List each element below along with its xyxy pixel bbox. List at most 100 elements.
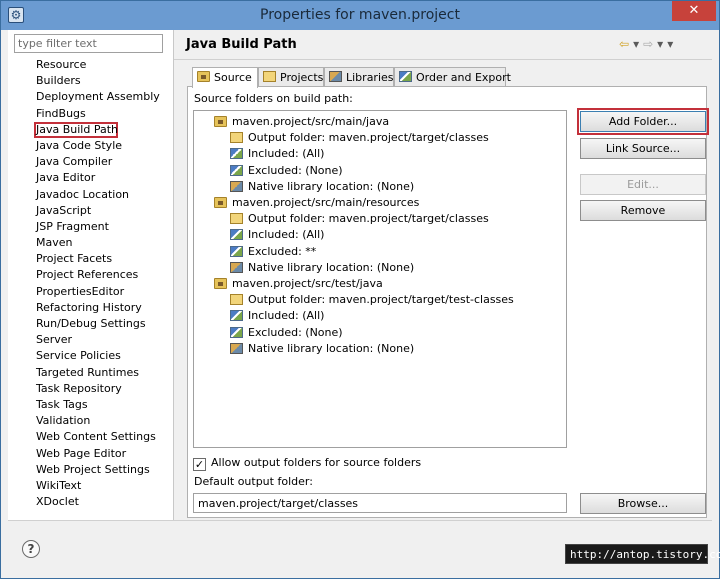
forward-menu-icon[interactable]: ▾ [657,37,663,51]
category-item[interactable]: XDoclet [35,494,170,510]
page-content: Java Build Path ⇦ ▾ ⇨ ▾ ▾ Source Projects Li… [174,30,712,520]
view-menu-icon[interactable]: ▾ [667,37,673,51]
back-menu-icon[interactable]: ▾ [633,37,639,51]
category-item-selected[interactable]: Java Build Path [34,121,118,138]
header-separator [174,59,712,60]
forward-arrow-icon[interactable]: ⇨ [643,37,653,51]
native-library-icon [230,342,243,354]
link-source-button[interactable]: Link Source... [580,138,706,159]
category-item[interactable]: Web Content Settings [35,429,170,445]
category-item[interactable]: JavaScript [35,203,170,219]
category-item[interactable]: Project Facets [35,251,170,267]
source-folders-tree[interactable]: maven.project/src/main/java Output folder… [193,110,567,448]
category-item[interactable]: FindBugs [35,106,170,122]
node-label: Output folder: maven.project/target/clas… [248,212,489,226]
libraries-icon [329,71,342,82]
window-title: Properties for maven.project [260,7,460,23]
native-library-node[interactable]: Native library location: (None) [230,341,414,357]
excluded-node[interactable]: Excluded: (None) [230,163,343,179]
category-item[interactable]: Targeted Runtimes [35,365,170,381]
output-folder-node[interactable]: Output folder: maven.project/target/clas… [230,130,489,146]
category-item[interactable]: Web Page Editor [35,446,170,462]
category-item[interactable]: Java Compiler [35,154,170,170]
projects-icon [263,71,276,82]
close-button[interactable]: ✕ [672,1,716,21]
category-item[interactable]: Task Repository [35,381,170,397]
node-label: maven.project/src/main/resources [232,196,420,209]
category-item[interactable]: Refactoring History [35,300,170,316]
tab-label: Projects [280,71,324,84]
category-item[interactable]: Resource [35,57,170,73]
allow-output-folders-label: Allow output folders for source folders [211,456,422,469]
page-navigation: ⇦ ▾ ⇨ ▾ ▾ [619,37,709,53]
tab-libraries[interactable]: Libraries [324,67,394,87]
title-bar[interactable]: ⚙ Properties for maven.project ✕ [1,1,719,30]
edit-button[interactable]: Edit... [580,174,706,195]
source-folder-node[interactable]: maven.project/src/main/resources [214,195,419,211]
category-panel: ResourceBuildersDeployment AssemblyFindB… [8,30,174,520]
back-arrow-icon[interactable]: ⇦ [619,37,629,51]
native-library-node[interactable]: Native library location: (None) [230,179,414,195]
exclusion-filter-icon [230,245,243,257]
node-label: Output folder: maven.project/target/clas… [248,131,489,145]
output-folder-node[interactable]: Output folder: maven.project/target/test… [230,292,514,308]
category-item[interactable]: Deployment Assembly [35,89,170,105]
tab-label: Order and Export [416,71,511,84]
included-node[interactable]: Included: (All) [230,146,324,162]
node-label: Included: (All) [248,147,325,161]
node-label: Excluded: ** [248,244,317,258]
node-label: Included: (All) [248,228,325,242]
remove-button[interactable]: Remove [580,200,706,221]
tab-projects[interactable]: Projects [258,67,324,87]
category-item[interactable]: Builders [35,73,170,89]
order-export-icon [399,71,412,82]
node-label: Native library location: (None) [248,260,415,274]
source-tab-panel: Source folders on build path: maven.proj… [187,86,709,518]
node-label: maven.project/src/main/java [232,115,390,128]
footer-separator [8,520,712,521]
output-folder-icon [230,294,243,306]
allow-output-folders-row[interactable]: ✓ Allow output folders for source folders [193,455,421,471]
category-item[interactable]: Java Code Style [35,138,170,154]
output-folder-icon [230,213,243,225]
category-item[interactable]: Service Policies [35,348,170,364]
category-item[interactable]: Javadoc Location [35,187,170,203]
node-label: Included: (All) [248,309,325,323]
filter-input[interactable] [14,34,163,53]
source-folder-icon [214,197,227,208]
category-item[interactable]: Maven [35,235,170,251]
native-library-node[interactable]: Native library location: (None) [230,260,414,276]
excluded-node[interactable]: Excluded: (None) [230,325,343,341]
category-item[interactable]: Task Tags [35,397,170,413]
browse-button[interactable]: Browse... [580,493,706,514]
output-folder-node[interactable]: Output folder: maven.project/target/clas… [230,211,489,227]
category-item[interactable]: WikiText [35,478,170,494]
default-output-label: Default output folder: [194,475,313,488]
inclusion-filter-icon [230,148,243,160]
category-item[interactable]: JSP Fragment [35,219,170,235]
excluded-node[interactable]: Excluded: ** [230,244,316,260]
help-icon[interactable]: ? [22,540,40,558]
category-item[interactable]: Web Project Settings [35,462,170,478]
category-item[interactable]: Java Editor [35,170,170,186]
category-item[interactable]: Server [35,332,170,348]
category-item[interactable]: Validation [35,413,170,429]
category-item[interactable]: PropertiesEditor [35,284,170,300]
category-item[interactable]: Run/Debug Settings [35,316,170,332]
included-node[interactable]: Included: (All) [230,227,324,243]
tab-source[interactable]: Source [192,67,258,88]
source-folder-node[interactable]: maven.project/src/main/java [214,114,389,130]
node-label: maven.project/src/test/java [232,277,383,290]
page-title: Java Build Path [186,37,297,52]
category-item[interactable]: Project References [35,267,170,283]
category-list: Resource Builders Deployment Assembly FindB… [34,57,170,510]
tab-order-and-export[interactable]: Order and Export [394,67,511,87]
watermark-overlay: http://antop.tistory.com [565,544,720,564]
output-folder-icon [230,132,243,144]
source-folder-node[interactable]: maven.project/src/test/java [214,276,383,292]
add-folder-button[interactable]: Add Folder... [577,108,709,135]
included-node[interactable]: Included: (All) [230,308,324,324]
allow-output-folders-checkbox[interactable]: ✓ [193,458,206,471]
default-output-input[interactable] [193,493,567,513]
source-folder-icon [214,278,227,289]
